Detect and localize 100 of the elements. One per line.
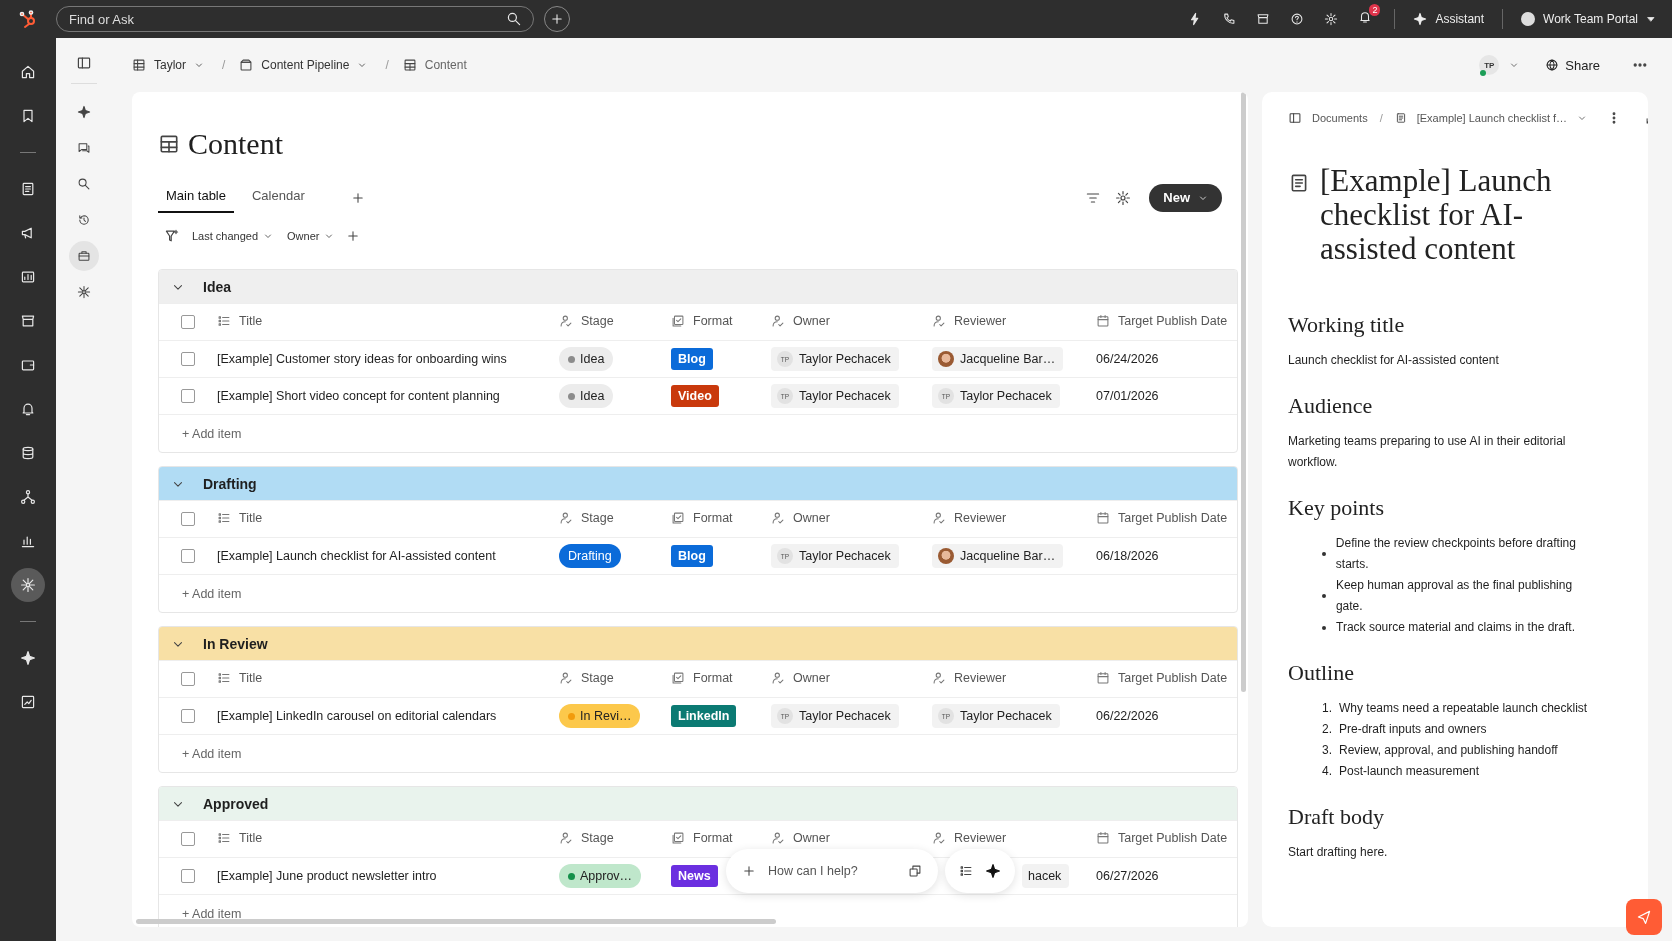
column-header[interactable]: Stage <box>559 510 614 525</box>
format-tag[interactable]: Video <box>671 385 719 407</box>
group-header[interactable]: Approved <box>159 787 1237 820</box>
bar-chart-icon[interactable] <box>20 533 36 549</box>
breadcrumb-link[interactable]: Taylor <box>154 58 204 72</box>
briefcase-icon[interactable] <box>77 249 91 263</box>
title-cell[interactable]: [Example] June product newsletter intro <box>217 869 437 883</box>
panel-icon[interactable] <box>76 55 92 71</box>
view-tab[interactable]: Calendar <box>244 182 313 213</box>
panel-icon[interactable] <box>1288 111 1302 125</box>
add-filter-icon[interactable] <box>346 229 361 243</box>
home-icon[interactable] <box>20 64 36 80</box>
group-header[interactable]: In Review <box>159 627 1237 660</box>
date-cell[interactable]: 07/01/2026 <box>1096 389 1159 403</box>
add-item-link[interactable]: + Add item <box>182 586 242 601</box>
select-all-checkbox[interactable] <box>181 315 195 329</box>
search-icon[interactable] <box>77 177 91 191</box>
reviewer-chip[interactable]: Jacqueline Bar… <box>932 347 1064 371</box>
share-button[interactable]: Share <box>1541 53 1604 77</box>
format-tag[interactable]: News <box>671 865 718 887</box>
portal-menu[interactable]: Work Team Portal <box>1515 8 1662 30</box>
breadcrumb-link[interactable]: Content Pipeline <box>261 58 368 72</box>
column-header[interactable]: Target Publish Date <box>1096 510 1228 525</box>
chat-icon[interactable] <box>908 864 922 878</box>
breadcrumb-link[interactable]: Content <box>424 58 467 72</box>
notification-icon[interactable] <box>1358 10 1373 24</box>
sparkle-icon[interactable] <box>985 863 1001 879</box>
column-header[interactable]: Format <box>671 670 733 685</box>
report-icon[interactable] <box>20 269 36 285</box>
column-header[interactable]: Reviewer <box>932 313 1007 328</box>
date-cell[interactable]: 06/24/2026 <box>1096 352 1159 366</box>
column-header[interactable]: Format <box>671 313 733 328</box>
column-header[interactable]: Owner <box>771 670 830 685</box>
search-icon[interactable] <box>506 11 522 27</box>
row-checkbox[interactable] <box>181 709 195 723</box>
title-cell[interactable]: [Example] Short video concept for content planning <box>217 389 500 403</box>
add-view-icon[interactable] <box>350 190 365 205</box>
title-cell[interactable]: [Example] Customer story ideas for onboarding wins <box>217 352 507 366</box>
select-all-checkbox[interactable] <box>181 832 195 846</box>
horizontal-scrollbar[interactable] <box>136 919 776 924</box>
column-header[interactable]: Stage <box>559 313 614 328</box>
bookmark-icon[interactable] <box>20 108 36 124</box>
user-avatar[interactable]: TP <box>1479 55 1500 75</box>
assistant-button[interactable]: Assistant <box>1407 8 1491 30</box>
list-icon[interactable] <box>959 864 973 878</box>
column-header[interactable]: Reviewer <box>932 830 1007 845</box>
group-header[interactable]: Drafting <box>159 467 1237 500</box>
column-header[interactable]: Target Publish Date <box>1096 313 1228 328</box>
phone-icon[interactable] <box>1222 12 1237 26</box>
title-cell[interactable]: [Example] Launch checklist for AI-assisted content <box>217 549 496 563</box>
column-header[interactable]: Reviewer <box>932 670 1007 685</box>
add-icon[interactable] <box>742 864 756 878</box>
stage-tag[interactable]: Idea <box>559 347 614 371</box>
search-field[interactable]: Find or Ask <box>56 6 534 32</box>
add-item-link[interactable]: + Add item <box>182 746 242 761</box>
help-icon[interactable] <box>1290 12 1305 26</box>
chat-icon[interactable] <box>77 141 91 155</box>
vertical-scrollbar[interactable] <box>1241 92 1246 692</box>
reviewer-chip[interactable]: hacek <box>1022 864 1070 888</box>
select-all-checkbox[interactable] <box>181 672 195 686</box>
store-icon[interactable] <box>20 313 36 329</box>
select-all-checkbox[interactable] <box>181 512 195 526</box>
filter-dropdown[interactable]: Owner <box>285 228 337 244</box>
column-header[interactable]: Stage <box>559 830 614 845</box>
row-checkbox[interactable] <box>181 549 195 563</box>
column-header[interactable]: Title <box>217 313 263 328</box>
settings-icon[interactable] <box>1115 189 1132 206</box>
column-header[interactable]: Owner <box>771 510 830 525</box>
network-icon[interactable] <box>20 489 36 505</box>
date-cell[interactable]: 06/18/2026 <box>1096 549 1159 563</box>
date-cell[interactable]: 06/27/2026 <box>1096 869 1159 883</box>
date-cell[interactable]: 06/22/2026 <box>1096 709 1159 723</box>
column-header[interactable]: Owner <box>771 313 830 328</box>
title-cell[interactable]: [Example] LinkedIn carousel on editorial calendars <box>217 709 497 723</box>
reviewer-chip[interactable]: Jacqueline Bar… <box>932 544 1064 568</box>
breadcrumb-link[interactable]: [Example] Launch checklist f… <box>1416 112 1568 124</box>
column-header[interactable]: Reviewer <box>932 510 1007 525</box>
column-header[interactable]: Target Publish Date <box>1096 670 1228 685</box>
column-header[interactable]: Format <box>671 510 733 525</box>
stage-tag[interactable]: Approv… <box>559 864 642 888</box>
history-icon[interactable] <box>77 213 91 227</box>
stage-tag[interactable]: In Revi… <box>559 704 641 728</box>
hub-icon[interactable] <box>77 285 91 299</box>
format-tag[interactable]: LinkedIn <box>671 705 737 727</box>
column-header[interactable]: Title <box>217 510 263 525</box>
dashboard-icon[interactable] <box>20 694 36 710</box>
sparkle-icon[interactable] <box>77 105 91 119</box>
add-item-link[interactable]: + Add item <box>182 426 242 441</box>
format-tag[interactable]: Blog <box>671 348 713 370</box>
filter-dropdown[interactable]: Last changed <box>190 228 276 244</box>
stage-tag[interactable]: Idea <box>559 384 614 408</box>
logo-icon[interactable] <box>18 9 38 29</box>
column-header[interactable]: Title <box>217 830 263 845</box>
stage-tag[interactable]: Drafting <box>559 544 621 568</box>
wallet-icon[interactable] <box>20 357 36 373</box>
column-header[interactable]: Stage <box>559 670 614 685</box>
row-checkbox[interactable] <box>181 389 195 403</box>
add-item-link[interactable]: + Add item <box>182 906 242 921</box>
row-checkbox[interactable] <box>181 869 195 883</box>
view-tab[interactable]: Main table <box>158 182 234 213</box>
